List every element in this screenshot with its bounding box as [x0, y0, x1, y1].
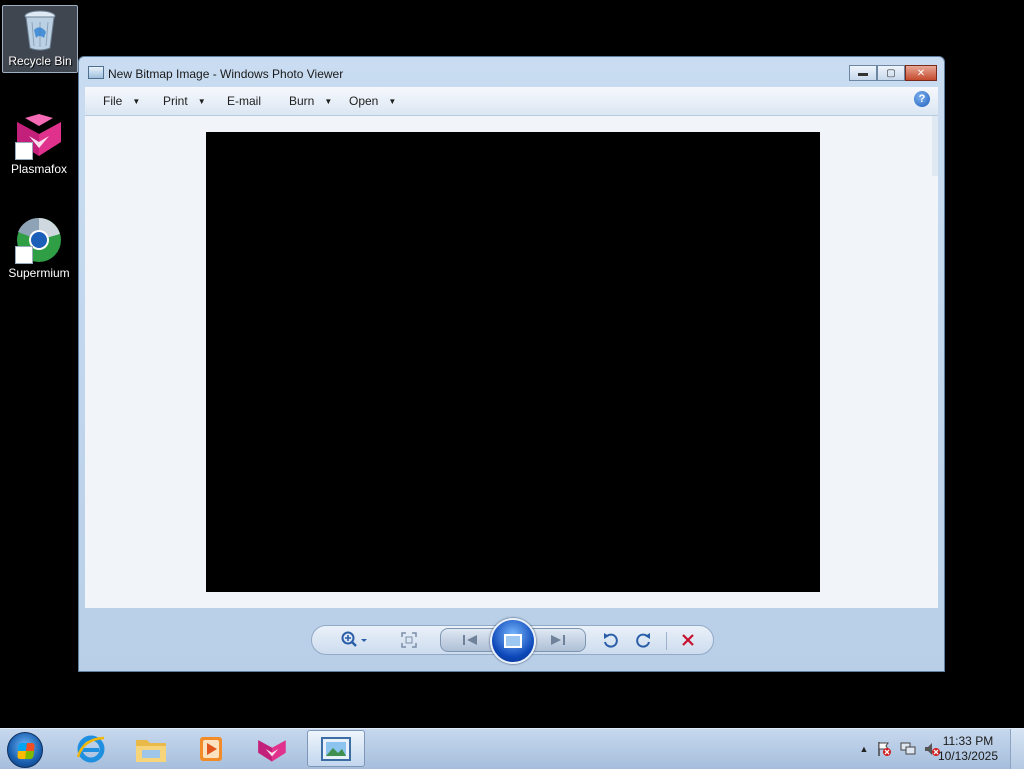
- playback-control-bar: [311, 618, 714, 664]
- desktop-icon-supermium[interactable]: Supermium: [2, 216, 76, 280]
- internet-explorer-icon: [76, 735, 105, 762]
- chevron-down-icon: ▼: [132, 97, 141, 107]
- delete-icon: [682, 634, 694, 646]
- window-title: New Bitmap Image - Windows Photo Viewer: [108, 67, 344, 81]
- windows-logo-icon: [17, 743, 35, 759]
- menu-email[interactable]: E-mail: [227, 94, 261, 108]
- zoom-button[interactable]: [338, 631, 372, 649]
- maximize-icon: ▢: [886, 67, 896, 79]
- maximize-button[interactable]: ▢: [877, 65, 905, 81]
- rotate-clockwise-button[interactable]: [634, 631, 654, 649]
- media-player-icon: [200, 736, 222, 761]
- taskbar-plasmafox[interactable]: [243, 730, 301, 767]
- menu-label: File: [103, 94, 123, 108]
- shortcut-arrow-icon: [15, 246, 33, 264]
- recycle-bin-icon: [20, 8, 60, 52]
- close-button[interactable]: ✕: [905, 65, 937, 81]
- title-bar[interactable]: New Bitmap Image - Windows Photo Viewer …: [79, 57, 944, 87]
- toolbar-separator: [666, 632, 667, 650]
- shortcut-arrow-icon: [15, 142, 33, 160]
- taskbar-media-player[interactable]: [182, 730, 240, 767]
- desktop-icon-label: Supermium: [8, 266, 70, 280]
- plasmafox-icon: [258, 739, 286, 761]
- photo-viewer-window: New Bitmap Image - Windows Photo Viewer …: [78, 56, 945, 672]
- file-explorer-icon: [136, 739, 166, 762]
- help-icon[interactable]: ?: [914, 91, 930, 107]
- plasmafox-icon: [15, 112, 63, 160]
- show-hidden-icons-button[interactable]: ▲: [856, 741, 872, 757]
- slideshow-icon: [504, 634, 522, 648]
- chevron-down-icon: ▼: [388, 97, 397, 107]
- network-icon[interactable]: [900, 741, 916, 757]
- chevron-down-icon: ▼: [324, 97, 333, 107]
- next-button[interactable]: [543, 631, 573, 649]
- desktop-icon-label: Recycle Bin: [8, 54, 72, 68]
- photo-viewer-icon: [321, 736, 351, 761]
- taskbar-photo-viewer[interactable]: [307, 730, 365, 767]
- notification-area: ▲ 11:33 PM 10/13/2025: [834, 729, 1024, 769]
- menu-label: E-mail: [227, 94, 262, 108]
- menu-label: Print: [163, 94, 188, 108]
- taskbar-internet-explorer[interactable]: [62, 730, 120, 767]
- show-desktop-button[interactable]: [1010, 729, 1024, 769]
- chevron-down-icon: ▼: [197, 97, 206, 107]
- desktop-icon-recycle-bin[interactable]: Recycle Bin: [2, 5, 78, 73]
- taskbar: ▲ 11:33 PM 10/13/2025: [0, 728, 1024, 769]
- menu-print[interactable]: Print ▼: [163, 94, 206, 108]
- rotate-counterclockwise-button[interactable]: [600, 631, 620, 649]
- previous-icon: [463, 635, 477, 645]
- image-viewport[interactable]: [85, 116, 938, 608]
- system-clock[interactable]: 11:33 PM 10/13/2025: [938, 734, 998, 764]
- photo-viewer-icon: [88, 66, 104, 79]
- displayed-image: [206, 132, 820, 592]
- menu-open[interactable]: Open ▼: [349, 94, 396, 108]
- command-bar: File ▼ Print ▼ E-mail Burn ▼ Open ▼ ?: [85, 87, 938, 116]
- actual-size-button[interactable]: [398, 631, 420, 649]
- menu-label: Open: [349, 94, 379, 108]
- chevron-up-icon: ▲: [859, 744, 869, 754]
- slideshow-button[interactable]: [490, 618, 536, 664]
- close-icon: ✕: [916, 67, 926, 79]
- delete-button[interactable]: [678, 631, 698, 649]
- scrollbar[interactable]: [932, 116, 938, 176]
- supermium-icon: [15, 216, 63, 264]
- next-icon: [551, 635, 565, 645]
- minimize-button[interactable]: ▬: [849, 65, 877, 81]
- caption-buttons: ▬ ▢ ✕: [849, 65, 937, 81]
- zoom-icon: [341, 631, 367, 647]
- menu-file[interactable]: File ▼: [103, 94, 140, 108]
- desktop-icon-plasmafox[interactable]: Plasmafox: [2, 112, 76, 176]
- start-button[interactable]: [7, 732, 43, 768]
- menu-burn[interactable]: Burn ▼: [289, 94, 332, 108]
- menu-label: Burn: [289, 94, 315, 108]
- taskbar-file-explorer[interactable]: [122, 730, 180, 767]
- desktop-icon-label: Plasmafox: [10, 162, 68, 176]
- rotate-clockwise-icon: [636, 633, 650, 648]
- minimize-icon: ▬: [858, 67, 868, 79]
- clock-date: 10/13/2025: [937, 749, 998, 763]
- clock-time: 11:33 PM: [942, 734, 994, 748]
- actual-size-icon: [401, 632, 417, 648]
- action-center-icon[interactable]: [876, 741, 892, 757]
- previous-button[interactable]: [455, 631, 485, 649]
- rotate-counterclockwise-icon: [604, 633, 618, 648]
